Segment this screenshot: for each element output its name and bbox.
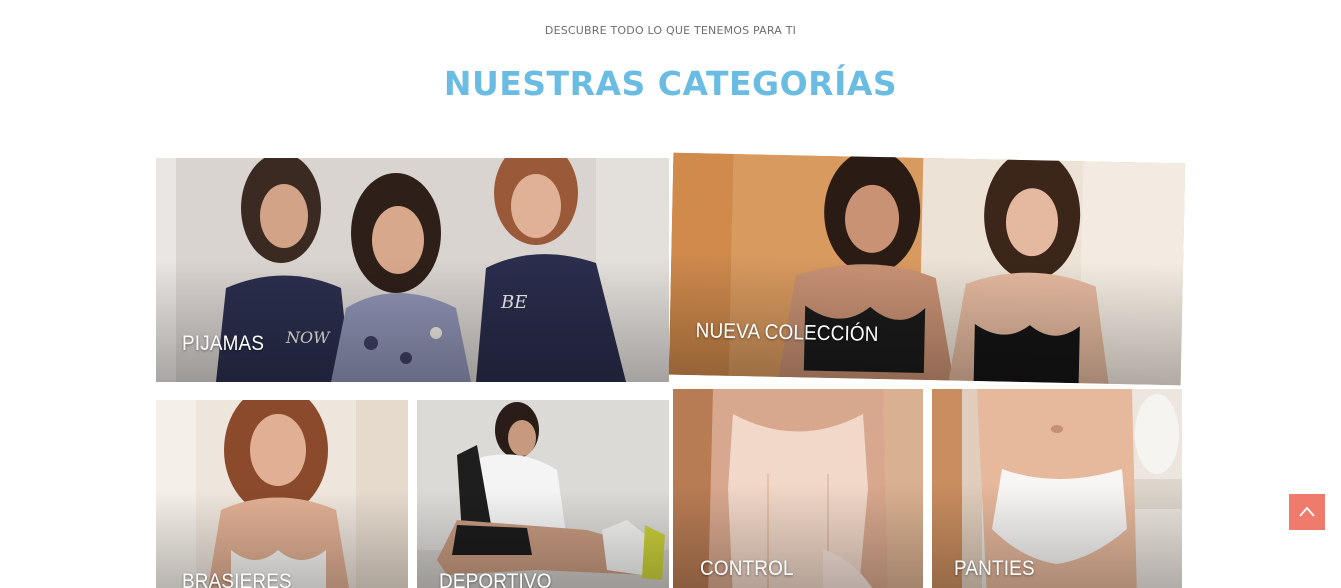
category-label: DEPORTIVO bbox=[439, 570, 552, 588]
section-title: NUESTRAS CATEGORÍAS bbox=[443, 64, 898, 103]
category-tile-panties[interactable]: PANTIES bbox=[932, 389, 1182, 588]
category-tile-nueva-coleccion[interactable]: NUEVA COLECCIÓN bbox=[668, 152, 1186, 386]
scroll-to-top-button[interactable] bbox=[1289, 494, 1325, 530]
category-tile-brasieres[interactable]: BRASIERES bbox=[156, 400, 408, 588]
category-tile-control[interactable]: CONTROL bbox=[673, 389, 923, 588]
category-label: BRASIERES bbox=[182, 570, 292, 588]
category-label: PIJAMAS bbox=[182, 332, 265, 355]
page: DESCUBRE TODO LO QUE TENEMOS PARA TI NUE… bbox=[0, 0, 1341, 588]
category-tile-pijamas[interactable]: BE NOW PIJAMAS bbox=[156, 158, 669, 382]
category-label: PANTIES bbox=[954, 557, 1035, 580]
category-label: CONTROL bbox=[700, 557, 794, 580]
category-label: NUEVA COLECCIÓN bbox=[695, 319, 879, 346]
chevron-up-icon bbox=[1299, 506, 1315, 517]
category-tile-deportivo[interactable]: DEPORTIVO bbox=[417, 400, 669, 588]
section-eyebrow: DESCUBRE TODO LO QUE TENEMOS PARA TI bbox=[544, 24, 797, 37]
